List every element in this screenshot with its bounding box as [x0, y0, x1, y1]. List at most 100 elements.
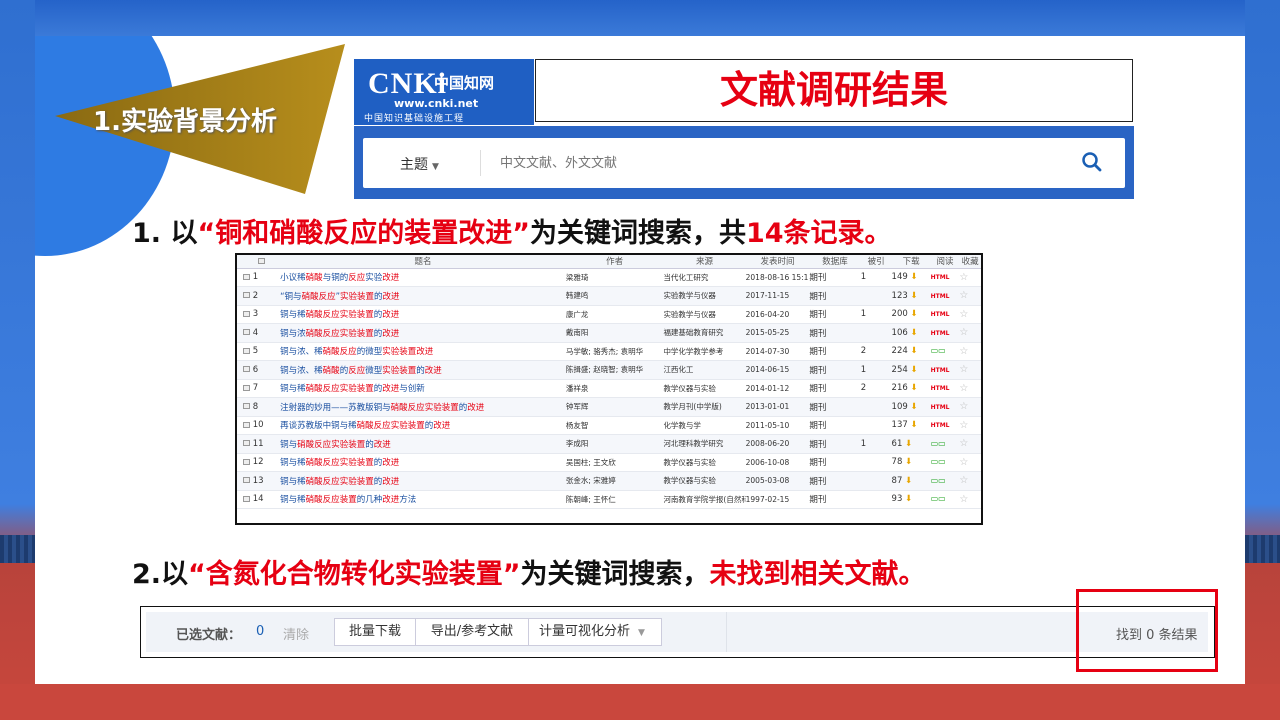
table-row[interactable]: 13 铜与稀硝酸反应实验装置的改进 张金水; 宋雅婷 教学仪器与实验 2005-03-0…	[237, 471, 981, 491]
checkbox-icon[interactable]	[243, 329, 250, 336]
checkbox-icon[interactable]	[243, 310, 250, 317]
row-title-link[interactable]: 铜与浓、稀硝酸反应的微型实验装置改进	[280, 347, 433, 357]
star-icon[interactable]: ☆	[959, 438, 968, 449]
row-read-format[interactable]: HTML	[931, 293, 950, 300]
checkbox-icon[interactable]	[243, 440, 250, 447]
checkbox-icon[interactable]	[243, 477, 250, 484]
checkbox-icon[interactable]	[243, 292, 250, 299]
star-icon[interactable]: ☆	[959, 346, 968, 357]
row-source[interactable]: 福建基础教育研究	[663, 328, 723, 337]
row-read-format[interactable]: HTML	[931, 404, 950, 411]
row-title-link[interactable]: 注射器的妙用——苏教版铜与硝酸反应实验装置的改进	[280, 403, 484, 413]
download-icon[interactable]: ⬇	[905, 457, 912, 467]
header-select-all[interactable]	[237, 255, 281, 269]
row-source[interactable]: 教学月刊(中学版)	[663, 402, 721, 411]
download-icon[interactable]: ⬇	[905, 476, 912, 486]
download-icon[interactable]: ⬇	[910, 291, 917, 301]
cnki-logo[interactable]: CNKi 中国知网 www.cnki.net 中国知识基础设施工程	[354, 59, 534, 125]
table-row[interactable]: 14 铜与稀硝酸反应装置的几种改进方法 陈朝峰; 王怀仁 河南教育学院学报(自然科学版…	[237, 490, 981, 509]
table-row[interactable]: 5 铜与浓、稀硝酸反应的微型实验装置改进 马学敏; 骆秀杰; 袁明华 中学化学教学参考…	[237, 342, 981, 361]
row-read-format[interactable]: HTML	[931, 385, 950, 392]
search-scope-dropdown[interactable]: 主题 ▼	[400, 154, 439, 174]
table-header[interactable]: 被引	[860, 255, 892, 269]
table-row[interactable]: 6 铜与浓、稀硝酸的反应微型实验装置的改进 陈揖盛; 赵晓智; 袁明华 江西化工 201…	[237, 360, 981, 380]
download-icon[interactable]: ⬇	[905, 494, 912, 504]
table-row[interactable]: 2 “铜与硝酸反应”实验装置的改进 韩建鸣 实验教学与仪器 2017-11-15 期刊 12…	[237, 286, 981, 306]
row-title-link[interactable]: 铜与稀硝酸反应实验装置的改进	[280, 310, 399, 320]
table-header[interactable]: 收藏	[959, 255, 981, 269]
checkbox-icon[interactable]	[243, 421, 250, 428]
book-icon[interactable]: ▭▭	[931, 457, 946, 466]
row-title-link[interactable]: 铜与稀硝酸反应实验装置的改进与创新	[280, 384, 425, 394]
row-title-link[interactable]: 铜与浓硝酸反应实验装置的改进	[280, 329, 399, 339]
row-title-link[interactable]: 铜与稀硝酸反应实验装置的改进	[280, 477, 399, 487]
table-row[interactable]: 7 铜与稀硝酸反应实验装置的改进与创新 潘祥泉 教学仪器与实验 2014-01-12 期刊…	[237, 379, 981, 398]
table-header[interactable]: 来源	[663, 255, 746, 269]
row-author[interactable]: 钟军辉	[566, 402, 589, 411]
star-icon[interactable]: ☆	[959, 309, 968, 320]
row-author[interactable]: 张金水; 宋雅婷	[566, 476, 616, 485]
table-row[interactable]: 1 小议稀硝酸与铜的反应实验改进 梁雅琦 当代化工研究 2018-08-16 15:16…	[237, 268, 981, 287]
book-icon[interactable]: ▭▭	[931, 476, 946, 485]
row-author[interactable]: 陈揖盛; 赵晓智; 袁明华	[566, 365, 643, 374]
row-title-link[interactable]: “铜与硝酸反应”实验装置的改进	[280, 292, 399, 302]
table-header[interactable]: 下载	[891, 255, 931, 269]
table-row[interactable]: 12 铜与稀硝酸反应实验装置的改进 吴国柱; 王文欣 教学仪器与实验 2006-10-0…	[237, 453, 981, 472]
export-button[interactable]: 导出/参考文献	[415, 618, 529, 646]
table-row[interactable]: 11 铜与硝酸反应实验装置的改进 李成阳 河北理科教学研究 2008-06-20 期刊 1 6…	[237, 434, 981, 454]
table-row[interactable]: 3 铜与稀硝酸反应实验装置的改进 康广龙 实验教学与仪器 2016-04-20 期刊 1 20…	[237, 305, 981, 324]
star-icon[interactable]: ☆	[959, 364, 968, 375]
row-source[interactable]: 实验教学与仪器	[663, 291, 716, 300]
row-source[interactable]: 河南教育学院学报(自然科学版)	[663, 495, 745, 504]
row-source[interactable]: 当代化工研究	[663, 273, 708, 282]
table-header[interactable]: 发表时间	[745, 255, 810, 269]
download-icon[interactable]: ⬇	[910, 328, 917, 338]
search-input[interactable]	[500, 150, 1060, 176]
row-author[interactable]: 吴国柱; 王文欣	[566, 458, 616, 467]
row-author[interactable]: 梁雅琦	[566, 273, 589, 282]
row-source[interactable]: 教学仪器与实验	[663, 476, 716, 485]
row-author[interactable]: 戴南阳	[566, 328, 589, 337]
row-read-format[interactable]: HTML	[931, 330, 950, 337]
checkbox-icon[interactable]	[243, 458, 250, 465]
download-icon[interactable]: ⬇	[910, 402, 917, 412]
row-author[interactable]: 马学敏; 骆秀杰; 袁明华	[566, 347, 643, 356]
star-icon[interactable]: ☆	[959, 494, 968, 505]
table-row[interactable]: 10 再谈苏教版中铜与稀硝酸反应实验装置的改进 杨友智 化学教与学 2011-05-10…	[237, 416, 981, 435]
row-title-link[interactable]: 铜与硝酸反应实验装置的改进	[280, 440, 391, 450]
download-icon[interactable]: ⬇	[910, 346, 917, 356]
checkbox-icon[interactable]	[243, 403, 250, 410]
download-icon[interactable]: ⬇	[905, 439, 912, 449]
star-icon[interactable]: ☆	[959, 383, 968, 394]
row-title-link[interactable]: 铜与稀硝酸反应装置的几种改进方法	[280, 495, 416, 505]
checkbox-icon[interactable]	[243, 495, 250, 502]
row-author[interactable]: 康广龙	[566, 310, 589, 319]
row-author[interactable]: 潘祥泉	[566, 384, 589, 393]
row-title-link[interactable]: 小议稀硝酸与铜的反应实验改进	[280, 273, 399, 283]
row-read-format[interactable]: HTML	[931, 274, 950, 281]
table-header[interactable]: 数据库	[809, 255, 861, 269]
row-source[interactable]: 中学化学教学参考	[663, 347, 723, 356]
row-author[interactable]: 韩建鸣	[566, 291, 589, 300]
row-author[interactable]: 杨友智	[566, 421, 589, 430]
star-icon[interactable]: ☆	[959, 457, 968, 468]
row-source[interactable]: 化学教与学	[663, 421, 701, 430]
row-read-format[interactable]: HTML	[931, 367, 950, 374]
row-source[interactable]: 教学仪器与实验	[663, 384, 716, 393]
checkbox-icon[interactable]	[243, 384, 250, 391]
download-icon[interactable]: ⬇	[910, 383, 917, 393]
row-source[interactable]: 实验教学与仪器	[663, 310, 716, 319]
star-icon[interactable]: ☆	[959, 327, 968, 338]
table-header[interactable]: 阅读	[930, 255, 960, 269]
table-row[interactable]: 8 注射器的妙用——苏教版铜与硝酸反应实验装置的改进 钟军辉 教学月刊(中学版) 201…	[237, 397, 981, 417]
table-row[interactable]: 4 铜与浓硝酸反应实验装置的改进 戴南阳 福建基础教育研究 2015-05-25 期刊 10…	[237, 323, 981, 343]
download-icon[interactable]: ⬇	[910, 272, 917, 282]
table-header[interactable]: 作者	[565, 255, 664, 269]
checkbox-icon[interactable]	[243, 273, 250, 280]
checkbox-icon[interactable]	[243, 347, 250, 354]
download-icon[interactable]: ⬇	[910, 309, 917, 319]
row-title-link[interactable]: 再谈苏教版中铜与稀硝酸反应实验装置的改进	[280, 421, 450, 431]
row-title-link[interactable]: 铜与浓、稀硝酸的反应微型实验装置的改进	[280, 366, 442, 376]
star-icon[interactable]: ☆	[959, 272, 968, 283]
row-source[interactable]: 教学仪器与实验	[663, 458, 716, 467]
